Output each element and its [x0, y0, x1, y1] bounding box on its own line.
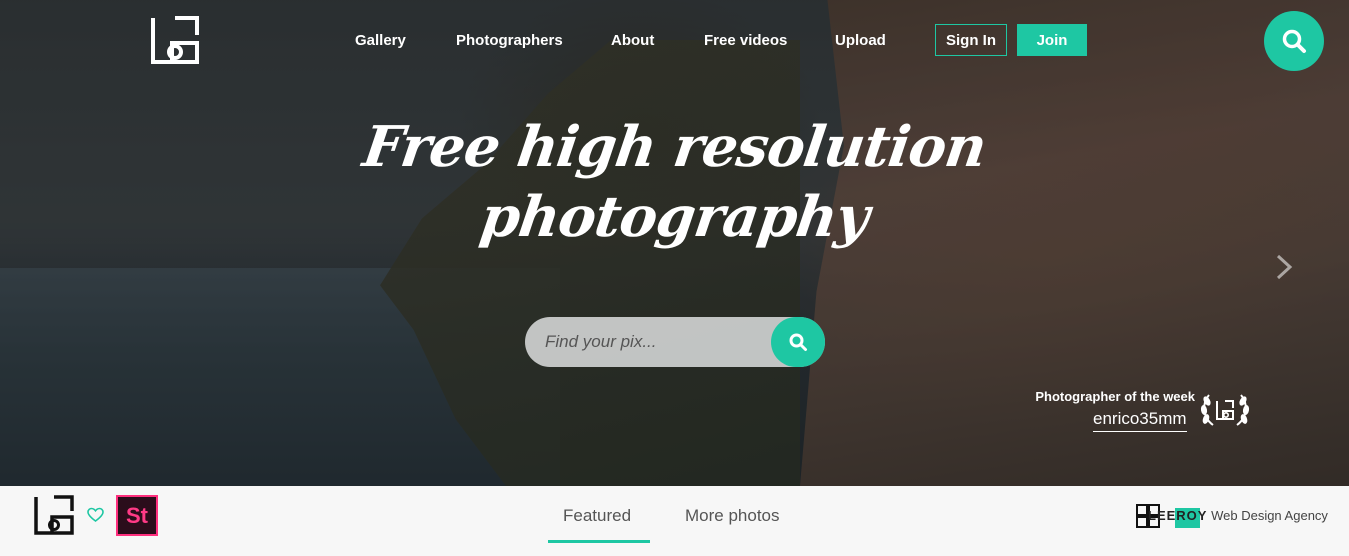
header-search-button[interactable]: [1264, 11, 1324, 71]
photographer-of-week-label: Photographer of the week: [1035, 389, 1195, 404]
agency-brand: LEEROY: [1148, 508, 1208, 523]
search-icon: [1282, 29, 1306, 53]
tab-more-photos[interactable]: More photos: [685, 506, 780, 526]
chevron-right-icon[interactable]: [1272, 253, 1298, 281]
photographer-of-week-link[interactable]: enrico35mm: [1093, 409, 1187, 432]
search-submit-button[interactable]: [771, 317, 825, 367]
headline-line-1: Free high resolution: [359, 114, 990, 180]
nav-about[interactable]: About: [611, 32, 654, 49]
active-tab-indicator: [548, 540, 650, 543]
agency-credit[interactable]: LEEROY Web Design Agency: [1148, 508, 1328, 523]
sign-in-button[interactable]: Sign In: [935, 24, 1007, 56]
adobe-stock-badge[interactable]: St: [116, 495, 158, 536]
search-input[interactable]: [545, 330, 775, 354]
tab-featured[interactable]: Featured: [563, 506, 631, 526]
nav-gallery[interactable]: Gallery: [355, 32, 406, 49]
nav-photographers[interactable]: Photographers: [456, 32, 563, 49]
agency-text: Web Design Agency: [1211, 508, 1328, 523]
nav-free-videos[interactable]: Free videos: [704, 32, 787, 49]
laurel-award-icon: [1200, 394, 1250, 426]
site-logo[interactable]: [150, 15, 200, 65]
nav-upload[interactable]: Upload: [835, 32, 886, 49]
site-logo[interactable]: [34, 495, 74, 535]
headline-line-2: photography: [476, 184, 873, 250]
search-icon: [789, 333, 807, 351]
bottom-bar: St Featured More photos LEEROY Web Desig…: [0, 486, 1349, 556]
hero-search-bar: [525, 317, 825, 367]
hero-section: Gallery Photographers About Free videos …: [0, 0, 1349, 486]
hero-headline: Free high resolution photography: [0, 112, 1349, 252]
join-button[interactable]: Join: [1017, 24, 1087, 56]
heart-icon[interactable]: [87, 507, 104, 523]
